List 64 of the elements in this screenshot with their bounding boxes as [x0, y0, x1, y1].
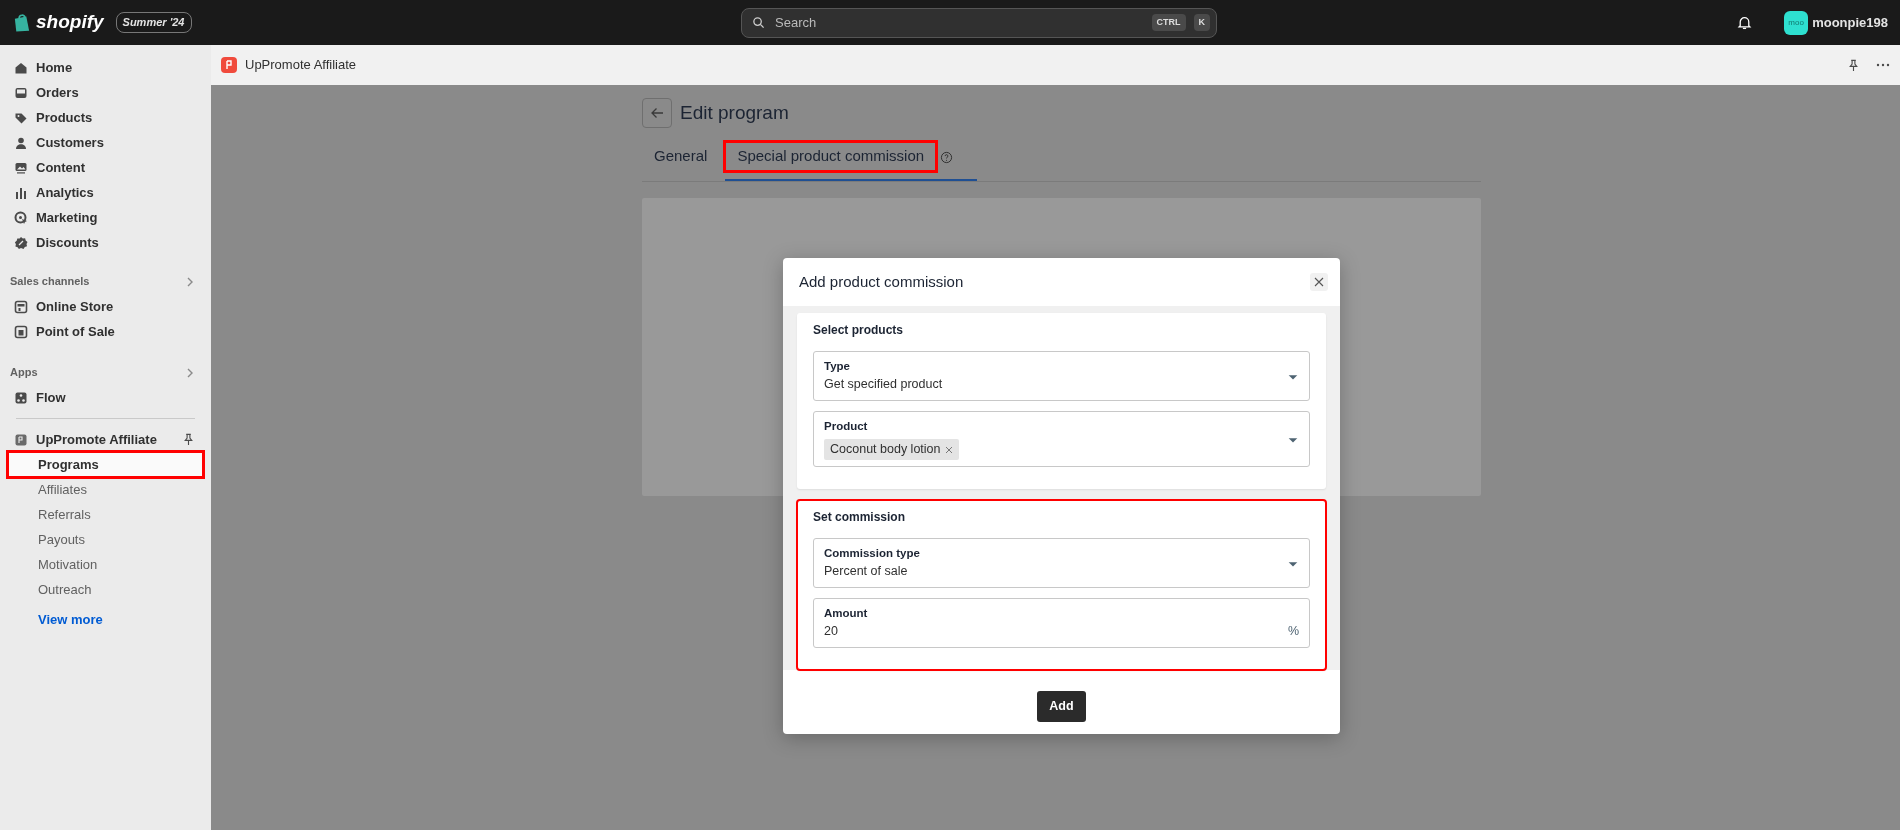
close-icon: [1314, 277, 1324, 287]
search-icon: [752, 16, 765, 29]
nav-item[interactable]: Products: [8, 105, 203, 130]
shortcut-key: K: [1193, 13, 1210, 32]
image-icon: [14, 160, 28, 175]
app-logo-icon: [221, 57, 237, 73]
sub-nav-item[interactable]: Motivation: [8, 552, 203, 577]
back-button[interactable]: [642, 98, 672, 128]
product-tag: Coconut body lotion: [824, 439, 959, 460]
sub-nav-item[interactable]: Payouts: [8, 527, 203, 552]
nav-item[interactable]: Discounts: [8, 230, 203, 255]
close-button[interactable]: [1310, 273, 1328, 291]
house-icon: [14, 60, 28, 75]
sub-nav-item[interactable]: Outreach: [8, 577, 203, 602]
storefront-icon: [14, 299, 28, 314]
dialog-title: Add product commission: [799, 271, 964, 292]
nav-item[interactable]: Marketing: [8, 205, 203, 230]
amount-field[interactable]: Amount 20 %: [813, 598, 1310, 648]
arrow-left-icon: [650, 106, 664, 120]
bar-chart-icon: [14, 185, 28, 200]
nav-item[interactable]: Flow: [8, 385, 203, 410]
brand-name: shopify: [36, 10, 104, 35]
edition-badge: Summer '24: [115, 12, 192, 33]
nav-item[interactable]: UpPromote Affiliate: [8, 427, 163, 452]
shopping-bag-logo-icon: [12, 11, 32, 34]
add-button[interactable]: Add: [1037, 691, 1086, 722]
section-heading: Sales channels: [10, 274, 90, 290]
nav-item[interactable]: Home: [8, 55, 203, 80]
product-select-field[interactable]: Product Coconut body lotion: [813, 411, 1310, 467]
shopping-bag-icon: [14, 324, 28, 339]
sub-nav-item[interactable]: Programs: [8, 452, 203, 477]
flow-icon: [14, 390, 28, 405]
sub-nav-item[interactable]: Referrals: [8, 502, 203, 527]
page-title: Edit program: [680, 100, 789, 125]
tray-icon: [14, 85, 28, 100]
bell-icon: [1737, 15, 1753, 30]
sub-nav-item[interactable]: Affiliates: [8, 477, 203, 502]
tab[interactable]: General: [642, 142, 720, 181]
nav-item[interactable]: Analytics: [8, 180, 203, 205]
badge-percent-icon: [14, 235, 28, 250]
select-field[interactable]: Commission type Percent of sale: [813, 538, 1310, 588]
section-title: Set commission: [813, 510, 906, 524]
pin-icon: [1847, 58, 1860, 72]
nav-item[interactable]: Online Store: [8, 294, 203, 319]
search-input[interactable]: Search: [773, 11, 1144, 34]
app-title: UpPromote Affiliate: [245, 56, 357, 75]
search-field[interactable]: Search CTRL K: [741, 7, 1217, 38]
remove-icon[interactable]: [944, 445, 953, 454]
user-name[interactable]: moonpie198: [1812, 12, 1888, 33]
help-icon: [940, 150, 954, 164]
nav-item[interactable]: Orders: [8, 80, 203, 105]
nav-item[interactable]: Customers: [8, 130, 203, 155]
nav-item[interactable]: Content: [8, 155, 203, 180]
nav-item[interactable]: Point of Sale: [8, 319, 203, 344]
tab[interactable]: Special product commission: [725, 142, 978, 181]
app-icon: [14, 432, 28, 447]
pin-icon: [182, 433, 195, 446]
section-heading: Apps: [10, 365, 38, 381]
select-field[interactable]: Type Get specified product: [813, 351, 1310, 401]
shortcut-key: CTRL: [1151, 13, 1186, 32]
section-title: Select products: [813, 323, 904, 337]
target-icon: [14, 210, 28, 225]
view-more-link[interactable]: View more: [8, 612, 103, 627]
person-icon: [14, 135, 28, 150]
